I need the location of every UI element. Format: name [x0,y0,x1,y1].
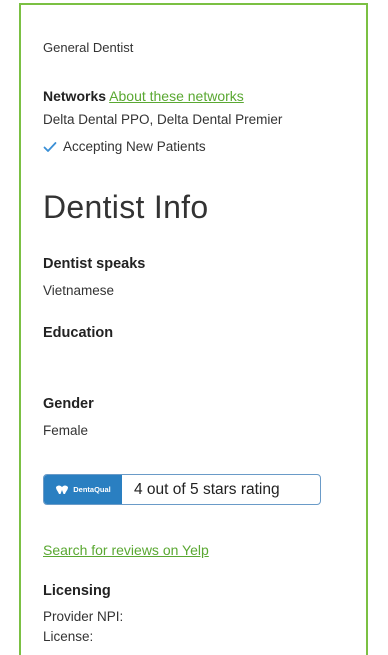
dentaqual-rating-badge[interactable]: DentaQual 4 out of 5 stars rating [43,474,321,505]
about-networks-link[interactable]: About these networks [109,88,244,104]
gender-label: Gender [43,396,94,412]
dentaqual-logo-text: DentaQual [73,485,111,494]
profile-card: General Dentist Networks About these net… [19,3,368,655]
licensing-label: Licensing [43,583,111,599]
specialty-text: General Dentist [43,40,134,55]
provider-npi-label: Provider NPI: [43,609,124,624]
dentaqual-logo: DentaQual [44,475,122,504]
languages-value: Vietnamese [43,283,115,298]
languages-label: Dentist speaks [43,256,146,272]
accepting-patients-label: Accepting New Patients [63,139,206,154]
rating-text: 4 out of 5 stars rating [134,480,280,498]
tooth-icon [56,485,69,494]
networks-row: Networks About these networks [43,88,244,104]
networks-list: Delta Dental PPO, Delta Dental Premier [43,112,283,127]
education-label: Education [43,325,114,341]
license-label: License: [43,629,94,644]
networks-heading: Networks [43,88,107,104]
accepting-patients-status: Accepting New Patients [43,139,206,154]
checkmark-icon [43,141,57,152]
yelp-reviews-link[interactable]: Search for reviews on Yelp [43,542,209,558]
dentist-info-heading: Dentist Info [43,189,209,225]
gender-value: Female [43,423,89,438]
